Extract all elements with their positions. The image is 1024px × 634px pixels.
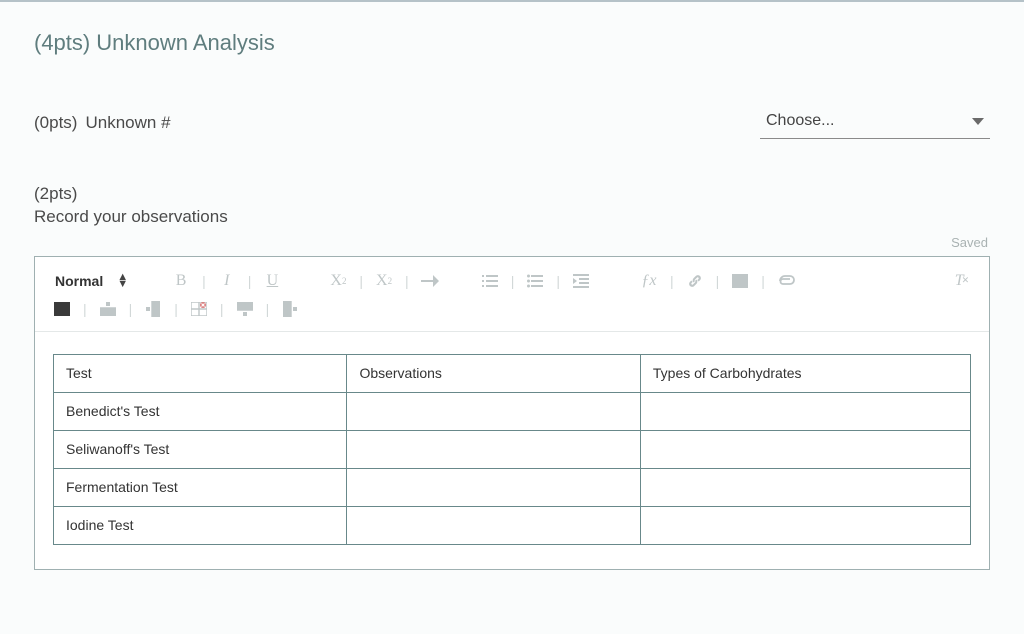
section-title-text: Unknown Analysis	[96, 30, 275, 56]
separator: |	[127, 301, 135, 317]
observations-table: Test Observations Types of Carbohydrates…	[53, 354, 971, 545]
subscript-button[interactable]: X2	[329, 271, 347, 291]
separator: |	[714, 273, 722, 289]
editor-toolbar: Normal ▲▼ B | I | U X2 | X2 |	[35, 257, 989, 332]
arrow-button[interactable]	[421, 271, 439, 291]
separator: |	[403, 273, 411, 289]
separator: |	[668, 273, 676, 289]
insert-column-left-button[interactable]	[144, 299, 162, 319]
separator: |	[246, 273, 254, 289]
question-points: (2pts)	[34, 183, 990, 206]
separator: |	[554, 273, 562, 289]
attachment-button[interactable]	[777, 271, 795, 291]
section-title: (4pts) Unknown Analysis	[34, 30, 990, 56]
paragraph-style-select[interactable]: Normal ▲▼	[53, 271, 134, 291]
table-row: Seliwanoff's Test	[54, 430, 971, 468]
table-cell[interactable]	[640, 506, 970, 544]
question-unknown-number: (0pts) Unknown # Choose...	[34, 106, 990, 139]
table-header-cell[interactable]: Types of Carbohydrates	[640, 354, 970, 392]
table-cell[interactable]	[347, 506, 640, 544]
sort-icon: ▲▼	[117, 274, 128, 288]
question-text: Record your observations	[34, 206, 990, 229]
separator: |	[218, 301, 226, 317]
insert-row-above-button[interactable]	[99, 299, 117, 319]
superscript-button[interactable]: X2	[375, 271, 393, 291]
table-header-cell[interactable]: Observations	[347, 354, 640, 392]
table-cell[interactable]	[347, 430, 640, 468]
separator: |	[172, 301, 180, 317]
paragraph-style-label: Normal	[55, 273, 103, 289]
chevron-down-icon	[972, 118, 984, 125]
clear-format-button[interactable]: T✕	[953, 271, 971, 291]
bold-button[interactable]: B	[172, 271, 190, 291]
table-row: Fermentation Test	[54, 468, 971, 506]
unknown-number-dropdown[interactable]: Choose...	[760, 106, 990, 139]
separator: |	[81, 301, 89, 317]
table-cell[interactable]	[347, 468, 640, 506]
numbered-list-button[interactable]	[481, 271, 499, 291]
section-points: (4pts)	[34, 30, 90, 56]
separator: |	[509, 273, 517, 289]
insert-column-right-button[interactable]	[281, 299, 299, 319]
table-cell[interactable]	[640, 430, 970, 468]
question-points: (0pts)	[34, 113, 77, 133]
separator: |	[264, 301, 272, 317]
table-cell[interactable]	[640, 468, 970, 506]
image-button[interactable]	[731, 271, 749, 291]
separator: |	[759, 273, 767, 289]
table-cell[interactable]: Fermentation Test	[54, 468, 347, 506]
table-cell[interactable]: Seliwanoff's Test	[54, 430, 347, 468]
table-row: Benedict's Test	[54, 392, 971, 430]
table-row: Iodine Test	[54, 506, 971, 544]
underline-button[interactable]: U	[263, 271, 281, 291]
italic-button[interactable]: I	[218, 271, 236, 291]
table-cell[interactable]	[640, 392, 970, 430]
bullet-list-button[interactable]	[526, 271, 544, 291]
indent-button[interactable]	[572, 271, 590, 291]
question-label: (0pts) Unknown #	[34, 113, 171, 133]
rich-text-editor: Normal ▲▼ B | I | U X2 | X2 |	[34, 256, 990, 570]
table-header-cell[interactable]: Test	[54, 354, 347, 392]
link-button[interactable]	[686, 271, 704, 291]
question-text: Unknown #	[85, 113, 170, 133]
question-observations: (2pts) Record your observations	[34, 183, 990, 229]
table-cell[interactable]	[347, 392, 640, 430]
formula-button[interactable]: ƒx	[640, 271, 658, 291]
saved-status: Saved	[951, 235, 988, 250]
insert-row-below-button[interactable]	[236, 299, 254, 319]
insert-table-button[interactable]	[53, 299, 71, 319]
separator: |	[357, 273, 365, 289]
delete-table-button[interactable]	[190, 299, 208, 319]
table-cell[interactable]: Benedict's Test	[54, 392, 347, 430]
editor-content[interactable]: Test Observations Types of Carbohydrates…	[35, 332, 989, 569]
dropdown-placeholder: Choose...	[766, 112, 834, 130]
table-header-row: Test Observations Types of Carbohydrates	[54, 354, 971, 392]
separator: |	[200, 273, 208, 289]
table-cell[interactable]: Iodine Test	[54, 506, 347, 544]
